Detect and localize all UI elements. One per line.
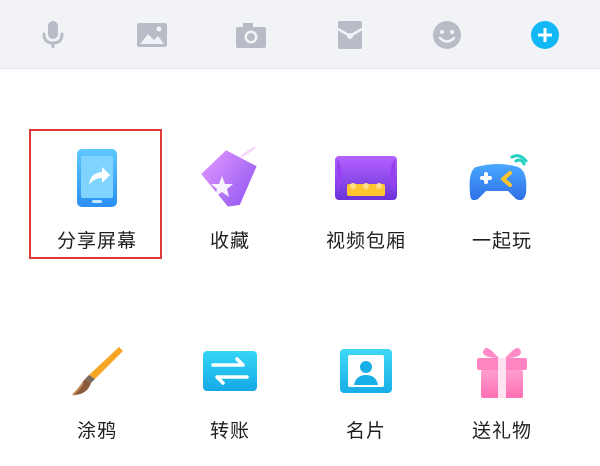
transfer-icon	[192, 336, 268, 406]
gamepad-icon	[464, 143, 540, 213]
gift-icon	[464, 336, 540, 406]
share-screen-icon	[59, 143, 135, 213]
plus-icon	[531, 21, 559, 49]
play-together-item[interactable]: 一起玩	[442, 143, 562, 273]
microphone-icon	[42, 21, 64, 48]
favorites-icon	[192, 143, 268, 213]
doodle-item[interactable]: 涂鸦	[37, 336, 157, 466]
camera-icon	[236, 23, 266, 48]
favorites-item[interactable]: 收藏	[170, 143, 290, 273]
item-label: 一起玩	[471, 230, 532, 252]
contact-card-item[interactable]: 名片	[306, 336, 426, 466]
red-packet-button[interactable]	[333, 18, 367, 52]
camera-button[interactable]	[234, 18, 268, 52]
contact-card-icon	[328, 336, 404, 406]
item-label: 分享屏幕	[56, 230, 137, 252]
image-button[interactable]	[135, 18, 169, 52]
share-screen-item[interactable]: 分享屏幕	[37, 143, 157, 273]
item-label: 送礼物	[471, 420, 532, 442]
video-box-icon	[328, 143, 404, 213]
image-icon	[137, 23, 167, 47]
item-label: 名片	[345, 420, 386, 442]
item-label: 涂鸦	[76, 420, 117, 442]
transfer-item[interactable]: 转账	[170, 336, 290, 466]
emoji-button[interactable]	[430, 18, 464, 52]
item-label: 视频包厢	[325, 230, 406, 252]
more-button[interactable]	[528, 18, 562, 52]
item-label: 收藏	[209, 230, 250, 252]
emoji-icon	[433, 21, 461, 49]
voice-button[interactable]	[36, 18, 70, 52]
item-label: 转账	[209, 420, 250, 442]
input-toolbar	[0, 0, 600, 69]
send-gift-item[interactable]: 送礼物	[442, 336, 562, 466]
red-packet-icon	[337, 21, 363, 49]
video-box-item[interactable]: 视频包厢	[306, 143, 426, 273]
paintbrush-icon	[59, 336, 135, 406]
